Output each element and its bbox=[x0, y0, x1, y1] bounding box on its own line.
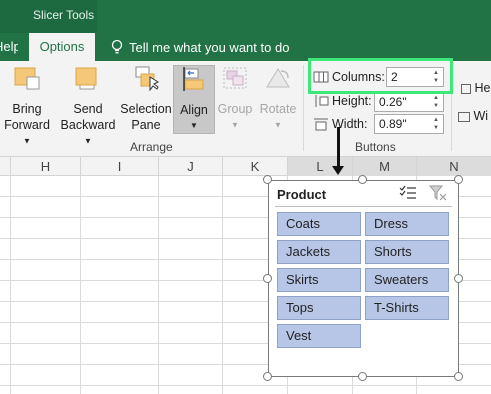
resize-handle[interactable] bbox=[358, 372, 367, 381]
group-icon bbox=[223, 67, 247, 89]
spin-up-icon[interactable]: ▲ bbox=[431, 94, 441, 102]
send-backward-icon bbox=[75, 67, 97, 90]
column-header-partial[interactable] bbox=[0, 157, 11, 176]
send-backward-label-2: Backward bbox=[60, 118, 116, 132]
width-row: Width: bbox=[313, 117, 367, 131]
slicer-tools-label: Slicer Tools bbox=[0, 0, 97, 33]
column-header-j[interactable]: J bbox=[159, 157, 223, 176]
pointer-arrow-head bbox=[332, 166, 344, 175]
slicer-item[interactable]: Sweaters bbox=[365, 268, 449, 292]
chevron-down-icon: ▼ bbox=[23, 136, 31, 146]
size-height-label: He bbox=[474, 81, 491, 95]
slicer-header-divider bbox=[275, 206, 452, 207]
size-height-partial[interactable]: He bbox=[461, 81, 490, 95]
group-button[interactable]: Group ▼ bbox=[216, 65, 254, 134]
spin-down-icon[interactable]: ▼ bbox=[431, 102, 441, 110]
width-value: 0.89" bbox=[379, 117, 407, 131]
product-slicer[interactable]: Product Coats Dress Jackets Shorts Skirt… bbox=[268, 180, 459, 377]
bring-forward-button[interactable]: Bring Forward ▼ bbox=[2, 65, 52, 150]
send-backward-label-1: Send bbox=[73, 102, 103, 116]
bring-forward-icon bbox=[14, 67, 40, 90]
resize-handle[interactable] bbox=[263, 274, 272, 283]
height-value: 0.26" bbox=[379, 95, 407, 109]
slicer-item[interactable]: Skirts bbox=[277, 268, 361, 292]
ribbon-tab-row: Help Options Tell me what you want to do bbox=[0, 33, 491, 61]
buttons-group-label: Buttons bbox=[355, 140, 396, 154]
rotate-icon bbox=[266, 68, 290, 88]
slicer-item[interactable]: Vest bbox=[277, 324, 361, 348]
grid-line bbox=[158, 176, 159, 394]
slicer-item[interactable]: Dress bbox=[365, 212, 449, 236]
size-width-icon bbox=[458, 111, 470, 122]
width-icon bbox=[314, 118, 328, 131]
slicer-item[interactable]: Jackets bbox=[277, 240, 361, 264]
resize-handle[interactable] bbox=[358, 175, 367, 184]
tab-options[interactable]: Options bbox=[29, 33, 95, 61]
selection-pane-label-2: Pane bbox=[131, 118, 161, 132]
chevron-down-icon: ▼ bbox=[274, 120, 282, 130]
spin-down-icon[interactable]: ▼ bbox=[431, 124, 441, 132]
bring-forward-label-2: Forward bbox=[4, 118, 50, 132]
column-header-n[interactable]: N bbox=[417, 157, 491, 176]
pointer-arrow-line bbox=[337, 127, 340, 169]
resize-handle[interactable] bbox=[454, 175, 463, 184]
chevron-down-icon: ▼ bbox=[84, 136, 92, 146]
spin-up-icon[interactable]: ▲ bbox=[431, 116, 441, 124]
arrange-group-label: Arrange bbox=[130, 140, 173, 154]
group-separator bbox=[303, 65, 304, 151]
bring-forward-label-1: Bring bbox=[12, 102, 42, 116]
multi-select-icon[interactable] bbox=[399, 185, 417, 201]
tell-me-search[interactable]: Tell me what you want to do bbox=[110, 33, 289, 61]
slicer-item[interactable]: Tops bbox=[277, 296, 361, 320]
size-height-icon bbox=[461, 83, 471, 94]
selection-pane-button[interactable]: Selection Pane bbox=[119, 65, 173, 133]
align-label: Align bbox=[180, 103, 208, 117]
group-label: Group bbox=[217, 102, 253, 116]
height-label: Height: bbox=[332, 94, 372, 108]
grid-line bbox=[10, 176, 11, 394]
columns-highlight-box bbox=[308, 58, 453, 94]
slicer-item[interactable]: Shorts bbox=[365, 240, 449, 264]
chevron-down-icon: ▼ bbox=[190, 121, 198, 130]
chevron-down-icon: ▼ bbox=[231, 120, 239, 130]
size-width-partial[interactable]: Wi bbox=[458, 109, 488, 123]
tell-me-text: Tell me what you want to do bbox=[129, 39, 290, 55]
size-width-label: Wi bbox=[473, 109, 489, 123]
lightbulb-icon bbox=[111, 39, 123, 54]
tab-help[interactable]: Help bbox=[0, 33, 18, 61]
grid-line bbox=[0, 385, 491, 386]
height-icon bbox=[315, 95, 329, 107]
column-header-k[interactable]: K bbox=[223, 157, 288, 176]
width-spinner[interactable]: 0.89" ▲ ▼ bbox=[374, 114, 444, 134]
column-headers: H I J K L M N bbox=[0, 157, 491, 176]
column-header-h[interactable]: H bbox=[11, 157, 81, 176]
resize-handle[interactable] bbox=[454, 372, 463, 381]
height-row: Height: bbox=[313, 94, 372, 108]
selection-pane-label-1: Selection bbox=[120, 102, 172, 116]
slicer-title: Product bbox=[277, 187, 327, 202]
slicer-item[interactable]: Coats bbox=[277, 212, 361, 236]
send-backward-button[interactable]: Send Backward ▼ bbox=[57, 65, 119, 150]
height-spinner[interactable]: 0.26" ▲ ▼ bbox=[374, 92, 444, 112]
selection-pane-icon bbox=[135, 66, 160, 92]
clear-filter-icon[interactable] bbox=[429, 185, 447, 201]
grid-line bbox=[80, 176, 81, 394]
resize-handle[interactable] bbox=[454, 274, 463, 283]
slicer-item[interactable]: T-Shirts bbox=[365, 296, 449, 320]
rotate-label: Rotate bbox=[259, 102, 297, 116]
align-button[interactable]: Align ▼ bbox=[173, 65, 215, 134]
grid-line bbox=[222, 176, 223, 394]
resize-handle[interactable] bbox=[263, 175, 272, 184]
rotate-button[interactable]: Rotate ▼ bbox=[257, 65, 299, 134]
resize-handle[interactable] bbox=[263, 372, 272, 381]
title-bar: Slicer Tools bbox=[0, 0, 491, 33]
align-icon bbox=[183, 67, 204, 91]
column-header-i[interactable]: I bbox=[81, 157, 159, 176]
column-header-m[interactable]: M bbox=[353, 157, 417, 176]
